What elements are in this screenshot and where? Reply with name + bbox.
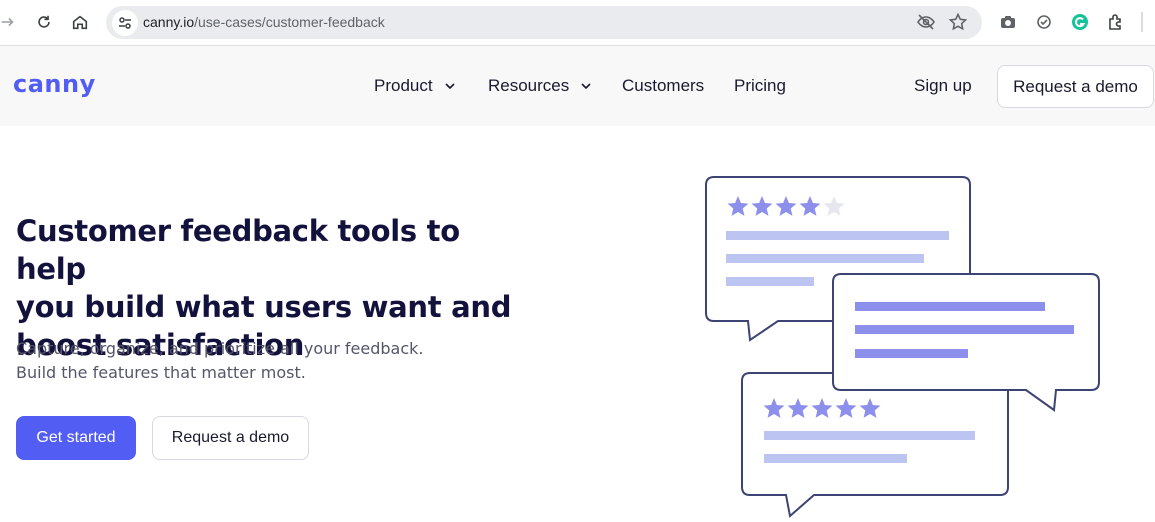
- nav-resources-label: Resources: [488, 76, 570, 95]
- hero-subtitle: Capture, organize, and prioritize all yo…: [16, 337, 424, 385]
- bubble-middle-line-2: [855, 325, 1074, 334]
- bubble-bottom-line-2: [764, 454, 907, 463]
- bubble-middle-line-1: [855, 302, 1045, 311]
- eye-off-icon[interactable]: [916, 12, 936, 32]
- browser-toolbar: canny.io/use-cases/customer-feedback: [0, 0, 1155, 46]
- bookmark-star-icon[interactable]: [948, 12, 968, 32]
- feedback-bubbles-illustration: [705, 176, 1100, 518]
- hero-subtitle-line-2: Build the features that matter most.: [16, 363, 306, 382]
- bubble-bottom-line-1: [764, 431, 975, 440]
- nav-product[interactable]: Product: [374, 76, 457, 96]
- chevron-down-icon: [581, 83, 591, 90]
- chevron-down-icon: [445, 83, 455, 90]
- check-extension-icon[interactable]: [1034, 12, 1054, 32]
- bubble-bottom: [741, 372, 1009, 518]
- bubble-middle: [832, 273, 1100, 412]
- reload-icon[interactable]: [30, 8, 58, 36]
- bubble-top-line-2: [726, 254, 924, 263]
- sign-up-link[interactable]: Sign up: [914, 76, 972, 96]
- bubble-middle-line-3: [855, 349, 968, 358]
- request-demo-header-button[interactable]: Request a demo: [997, 65, 1154, 108]
- toolbar-divider: [1141, 12, 1143, 32]
- bubble-top-line-1: [726, 231, 949, 240]
- canny-logo[interactable]: canny: [13, 70, 96, 98]
- extensions-puzzle-icon[interactable]: [1106, 12, 1126, 32]
- nav-customers[interactable]: Customers: [622, 76, 704, 96]
- request-demo-button[interactable]: Request a demo: [152, 416, 309, 460]
- nav-product-label: Product: [374, 76, 433, 95]
- nav-resources[interactable]: Resources: [488, 76, 593, 96]
- hero-title-line-1: Customer feedback tools to help: [16, 214, 460, 286]
- nav-pricing[interactable]: Pricing: [734, 76, 786, 96]
- hero-subtitle-line-1: Capture, organize, and prioritize all yo…: [16, 339, 424, 358]
- site-info-icon[interactable]: [112, 10, 138, 36]
- nav-pricing-label: Pricing: [734, 76, 786, 95]
- address-bar[interactable]: canny.io/use-cases/customer-feedback: [106, 6, 982, 39]
- nav-customers-label: Customers: [622, 76, 705, 95]
- home-icon[interactable]: [66, 8, 94, 36]
- bubble-top-line-3: [726, 277, 814, 286]
- grammarly-extension-icon[interactable]: [1070, 12, 1090, 32]
- camera-extension-icon[interactable]: [998, 12, 1018, 32]
- site-header: canny Product Resources Customers Pricin…: [0, 46, 1155, 126]
- url-text: canny.io/use-cases/customer-feedback: [143, 14, 385, 30]
- forward-icon[interactable]: [0, 8, 22, 36]
- hero-title-line-2: you build what users want and: [16, 290, 512, 324]
- get-started-button[interactable]: Get started: [16, 416, 136, 460]
